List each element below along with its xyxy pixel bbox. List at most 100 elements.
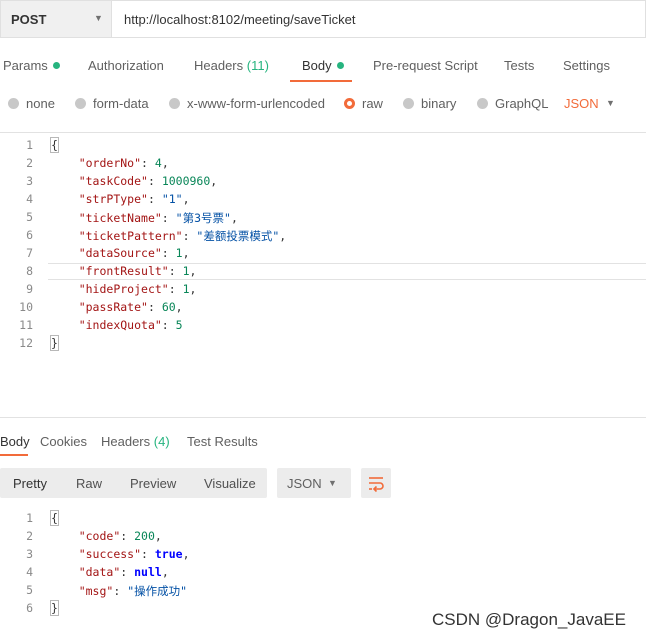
request-body-editor[interactable]: 1 {2 "orderNo": 4, 3 "taskCode": 1000960, 4… — [0, 132, 646, 418]
code-line: 6 "ticketPattern": "差额投票模式", — [0, 226, 646, 244]
code-line: 1{ — [0, 509, 646, 527]
code-text: } — [50, 335, 59, 351]
code-token: { — [50, 510, 59, 526]
code-line: 12} — [0, 334, 646, 352]
line-number: 10 — [19, 300, 33, 314]
code-token: : — [168, 282, 183, 296]
code-token: 1 — [182, 282, 190, 296]
tab-params[interactable]: Params — [3, 58, 60, 73]
line-number: 4 — [26, 565, 33, 579]
code-token: "ticketName" — [78, 211, 162, 225]
tab-headers-count: (11) — [246, 58, 269, 73]
code-token: "success" — [78, 547, 142, 561]
code-token: , — [279, 229, 287, 243]
line-number: 4 — [26, 192, 33, 206]
code-token: : — [147, 192, 162, 206]
chevron-down-icon: ▼ — [606, 98, 615, 108]
response-tabs: Body Cookies Headers (4) Test Results — [0, 430, 646, 458]
line-number: 2 — [26, 529, 33, 543]
code-token: , — [182, 246, 190, 260]
radio-raw-label: raw — [362, 96, 383, 111]
tab-body[interactable]: Body — [302, 58, 344, 73]
method-label: POST — [11, 12, 47, 27]
response-format-select[interactable]: JSON ▼ — [277, 468, 351, 498]
response-body-viewer[interactable]: 1{2 "code": 200, 3 "success": true, 4 "dat… — [0, 507, 646, 627]
code-text: "indexQuota": 5 — [51, 318, 183, 332]
code-token: : — [120, 529, 135, 543]
body-dot-icon — [336, 62, 344, 69]
method-select[interactable]: POST ▼ — [0, 0, 112, 38]
response-tab-test-results[interactable]: Test Results — [187, 434, 258, 449]
tab-headers[interactable]: Headers (11) — [194, 58, 269, 73]
response-tab-cookies[interactable]: Cookies — [40, 434, 87, 449]
code-line: 2 "orderNo": 4, — [0, 154, 646, 172]
line-number: 11 — [19, 318, 33, 332]
body-format-select[interactable]: JSON — [564, 96, 599, 111]
code-text: "taskCode": 1000960, — [51, 174, 218, 188]
code-text: "frontResult": 1, — [51, 264, 197, 278]
code-token: "data" — [78, 565, 121, 579]
radio-binary[interactable]: binary — [403, 96, 456, 111]
line-number: 1 — [26, 511, 33, 525]
code-token: 1 — [182, 264, 190, 278]
code-token: "orderNo" — [78, 156, 142, 170]
line-number: 1 — [26, 138, 33, 152]
radio-form-data[interactable]: form-data — [75, 96, 149, 111]
radio-none[interactable]: none — [8, 96, 55, 111]
code-token: "msg" — [78, 584, 114, 598]
response-tab-headers[interactable]: Headers (4) — [101, 434, 170, 449]
view-raw-button[interactable]: Raw — [76, 476, 102, 491]
tab-settings[interactable]: Settings — [563, 58, 610, 73]
code-token: , — [161, 156, 169, 170]
code-text: "data": null, — [51, 565, 169, 579]
code-text: } — [50, 600, 59, 616]
code-line: 8 "frontResult": 1, — [0, 262, 646, 280]
tab-params-label: Params — [3, 58, 48, 73]
code-line: 2 "code": 200, — [0, 527, 646, 545]
view-preview-button[interactable]: Preview — [130, 476, 176, 491]
response-tab-body[interactable]: Body — [0, 434, 30, 449]
code-token: 1000960 — [161, 174, 211, 188]
code-token: { — [50, 137, 59, 153]
line-number: 2 — [26, 156, 33, 170]
wrap-lines-button[interactable] — [361, 468, 391, 498]
view-pretty-button[interactable]: Pretty — [13, 476, 47, 491]
code-line: 5 "msg": "操作成功" — [0, 581, 646, 599]
code-line: 5 "ticketName": "第3号票", — [0, 208, 646, 226]
view-visualize-button[interactable]: Visualize — [204, 476, 256, 491]
line-number: 3 — [26, 174, 33, 188]
tab-prerequest-script[interactable]: Pre-request Script — [373, 58, 478, 73]
code-token: , — [189, 282, 197, 296]
url-input[interactable]: http://localhost:8102/meeting/saveTicket — [112, 0, 646, 38]
code-line: 11 "indexQuota": 5 — [0, 316, 646, 334]
body-type-options: none form-data x-www-form-urlencoded raw… — [0, 92, 646, 118]
code-token: "passRate" — [78, 300, 148, 314]
tab-tests[interactable]: Tests — [504, 58, 534, 73]
params-dot-icon — [52, 62, 60, 69]
radio-none-label: none — [26, 96, 55, 111]
line-number: 7 — [26, 246, 33, 260]
radio-selected-icon — [344, 98, 355, 109]
tab-body-label: Body — [302, 58, 332, 73]
code-line: 7 "dataSource": 1, — [0, 244, 646, 262]
radio-binary-label: binary — [421, 96, 457, 111]
url-text: http://localhost:8102/meeting/saveTicket — [124, 12, 356, 27]
tab-authorization[interactable]: Authorization — [88, 58, 164, 73]
radio-graphql[interactable]: GraphQL — [477, 96, 548, 111]
code-token: null — [134, 565, 162, 579]
code-line: 10 "passRate": 60, — [0, 298, 646, 316]
radio-raw[interactable]: raw — [344, 96, 383, 111]
code-token: , — [230, 211, 238, 225]
radio-urlencoded[interactable]: x-www-form-urlencoded — [169, 96, 325, 111]
code-text: "ticketName": "第3号票", — [51, 210, 238, 226]
code-token: "第3号票" — [175, 211, 231, 225]
